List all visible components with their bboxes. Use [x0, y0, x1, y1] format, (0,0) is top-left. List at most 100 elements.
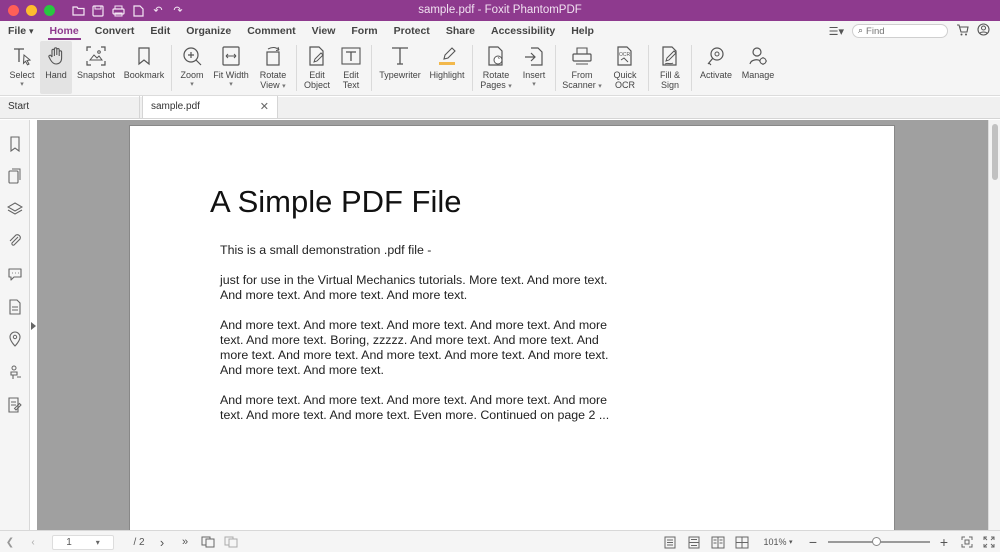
find-box[interactable]: ⌕ [852, 24, 948, 38]
hand-tool-button[interactable]: Hand [40, 41, 72, 94]
next-view-icon[interactable] [223, 534, 239, 550]
layers-panel-icon[interactable] [6, 201, 24, 217]
menu-comment[interactable]: Comment [239, 21, 303, 41]
form-fields-icon[interactable] [7, 397, 23, 413]
close-window-button[interactable] [8, 5, 19, 16]
menu-convert[interactable]: Convert [87, 21, 143, 41]
rotate-pages-tool-button[interactable]: Rotate Pages ▾ [476, 41, 516, 94]
account-icon[interactable] [977, 23, 990, 39]
single-page-view-icon[interactable] [662, 534, 678, 550]
undo-icon[interactable]: ↶ [151, 4, 165, 18]
ribbon-menu-bar: File ▾ Home Convert Edit Organize Commen… [0, 21, 1000, 41]
quick-ocr-tool-button[interactable]: OCR Quick OCR [605, 41, 645, 94]
fit-width-tool-button[interactable]: Fit Width ▾ [209, 41, 253, 94]
document-properties-icon[interactable] [7, 299, 23, 315]
menu-edit[interactable]: Edit [142, 21, 178, 41]
menu-right-tools: ☰▾ ⌕ [829, 23, 1000, 39]
zoom-in-icon[interactable]: + [937, 534, 951, 550]
menu-accessibility[interactable]: Accessibility [483, 21, 563, 41]
chevron-down-icon: ▾ [190, 81, 194, 88]
ribbon-separator [555, 45, 556, 91]
vertical-scrollbar[interactable] [988, 120, 1000, 530]
activate-tool-button[interactable]: Activate [695, 41, 737, 94]
svg-text:OCR: OCR [619, 52, 631, 58]
zoom-out-icon[interactable]: − [806, 534, 820, 550]
highlight-tool-button[interactable]: Highlight [425, 41, 469, 94]
fit-page-icon[interactable] [960, 534, 974, 550]
document-view[interactable]: A Simple PDF File This is a small demons… [37, 120, 988, 530]
first-page-icon[interactable]: ❮ [4, 534, 16, 550]
pages-panel-icon[interactable] [7, 168, 23, 184]
select-tool-button[interactable]: Select ▾ [4, 41, 40, 94]
last-page-icon[interactable]: » [179, 534, 191, 550]
page-number-field[interactable]: 1 ▾ [52, 534, 114, 550]
menu-view[interactable]: View [304, 21, 344, 41]
rotate-view-icon [262, 45, 284, 67]
fill-sign-tool-button[interactable]: Fill & Sign [652, 41, 688, 94]
fill-sign-icon [659, 45, 681, 67]
new-document-icon[interactable] [131, 4, 145, 18]
zoom-icon [181, 45, 203, 67]
menu-protect[interactable]: Protect [386, 21, 438, 41]
menu-help[interactable]: Help [563, 21, 602, 41]
comment-panel-icon[interactable] [7, 266, 23, 282]
menu-organize[interactable]: Organize [178, 21, 239, 41]
rotate-pages-icon [485, 45, 507, 67]
facing-view-icon[interactable] [710, 534, 726, 550]
continuous-view-icon[interactable] [686, 534, 702, 550]
redo-icon[interactable]: ↷ [171, 4, 185, 18]
bookmark-tool-button[interactable]: Bookmark [120, 41, 168, 94]
tags-panel-icon[interactable] [7, 364, 23, 380]
zoom-slider-knob[interactable] [872, 537, 882, 546]
typewriter-tool-button[interactable]: Typewriter [375, 41, 425, 94]
title-bar: ↶ ↷ sample.pdf - Foxit PhantomPDF [0, 0, 1000, 21]
cart-icon[interactable] [956, 23, 969, 39]
full-screen-icon[interactable] [982, 534, 996, 550]
chevron-down-icon[interactable]: ▾ [96, 538, 100, 547]
status-bar: ❮ ‹ 1 ▾ / 2 › » 101% ▾ − + [0, 530, 1000, 552]
from-scanner-tool-button[interactable]: From Scanner ▾ [559, 41, 605, 94]
zoom-window-button[interactable] [44, 5, 55, 16]
chevron-down-icon: ▾ [532, 81, 536, 88]
document-heading: A Simple PDF File [210, 184, 462, 219]
menu-file[interactable]: File ▾ [0, 21, 42, 41]
snapshot-tool-button[interactable]: Snapshot [72, 41, 120, 94]
print-icon[interactable] [111, 4, 125, 18]
manage-tool-button[interactable]: Manage [737, 41, 779, 94]
zoom-level-dropdown[interactable]: 101% ▾ [760, 534, 796, 550]
menu-home[interactable]: Home [42, 21, 87, 41]
continuous-facing-view-icon[interactable] [734, 534, 750, 550]
display-options-icon[interactable]: ☰▾ [829, 25, 844, 38]
rotate-view-tool-button[interactable]: Rotate View ▾ [253, 41, 293, 94]
save-icon[interactable] [91, 4, 105, 18]
next-page-icon[interactable]: › [156, 534, 168, 550]
tab-sample-pdf[interactable]: sample.pdf ✕ [142, 96, 278, 118]
open-folder-icon[interactable] [71, 4, 85, 18]
zoom-tool-button[interactable]: Zoom ▾ [175, 41, 209, 94]
edit-text-tool-button[interactable]: Edit Text [334, 41, 368, 94]
menu-share[interactable]: Share [438, 21, 483, 41]
edit-object-tool-button[interactable]: Edit Object [300, 41, 334, 94]
expand-panel-arrow-icon[interactable] [31, 322, 36, 330]
find-input[interactable] [866, 25, 937, 37]
scrollbar-thumb[interactable] [992, 124, 998, 180]
attachment-panel-icon[interactable] [7, 233, 23, 249]
zoom-slider[interactable] [828, 537, 930, 546]
location-pin-icon[interactable] [7, 331, 23, 347]
ocr-icon: OCR [614, 45, 636, 67]
menu-form[interactable]: Form [343, 21, 385, 41]
paragraph-4: And more text. And more text. And more t… [220, 393, 610, 422]
highlight-icon [436, 45, 458, 67]
document-tabs: Start sample.pdf ✕ [0, 96, 1000, 119]
minimize-window-button[interactable] [26, 5, 37, 16]
ribbon-separator [691, 45, 692, 91]
close-icon[interactable]: ✕ [260, 96, 269, 118]
page-total: / 2 [133, 536, 145, 548]
previous-view-icon[interactable] [200, 534, 216, 550]
window-controls [8, 5, 55, 16]
bookmark-panel-icon[interactable] [7, 136, 23, 153]
insert-tool-button[interactable]: Insert ▾ [516, 41, 552, 94]
previous-page-icon[interactable]: ‹ [27, 534, 39, 550]
manage-icon [747, 45, 769, 67]
tab-start[interactable]: Start [0, 96, 140, 118]
